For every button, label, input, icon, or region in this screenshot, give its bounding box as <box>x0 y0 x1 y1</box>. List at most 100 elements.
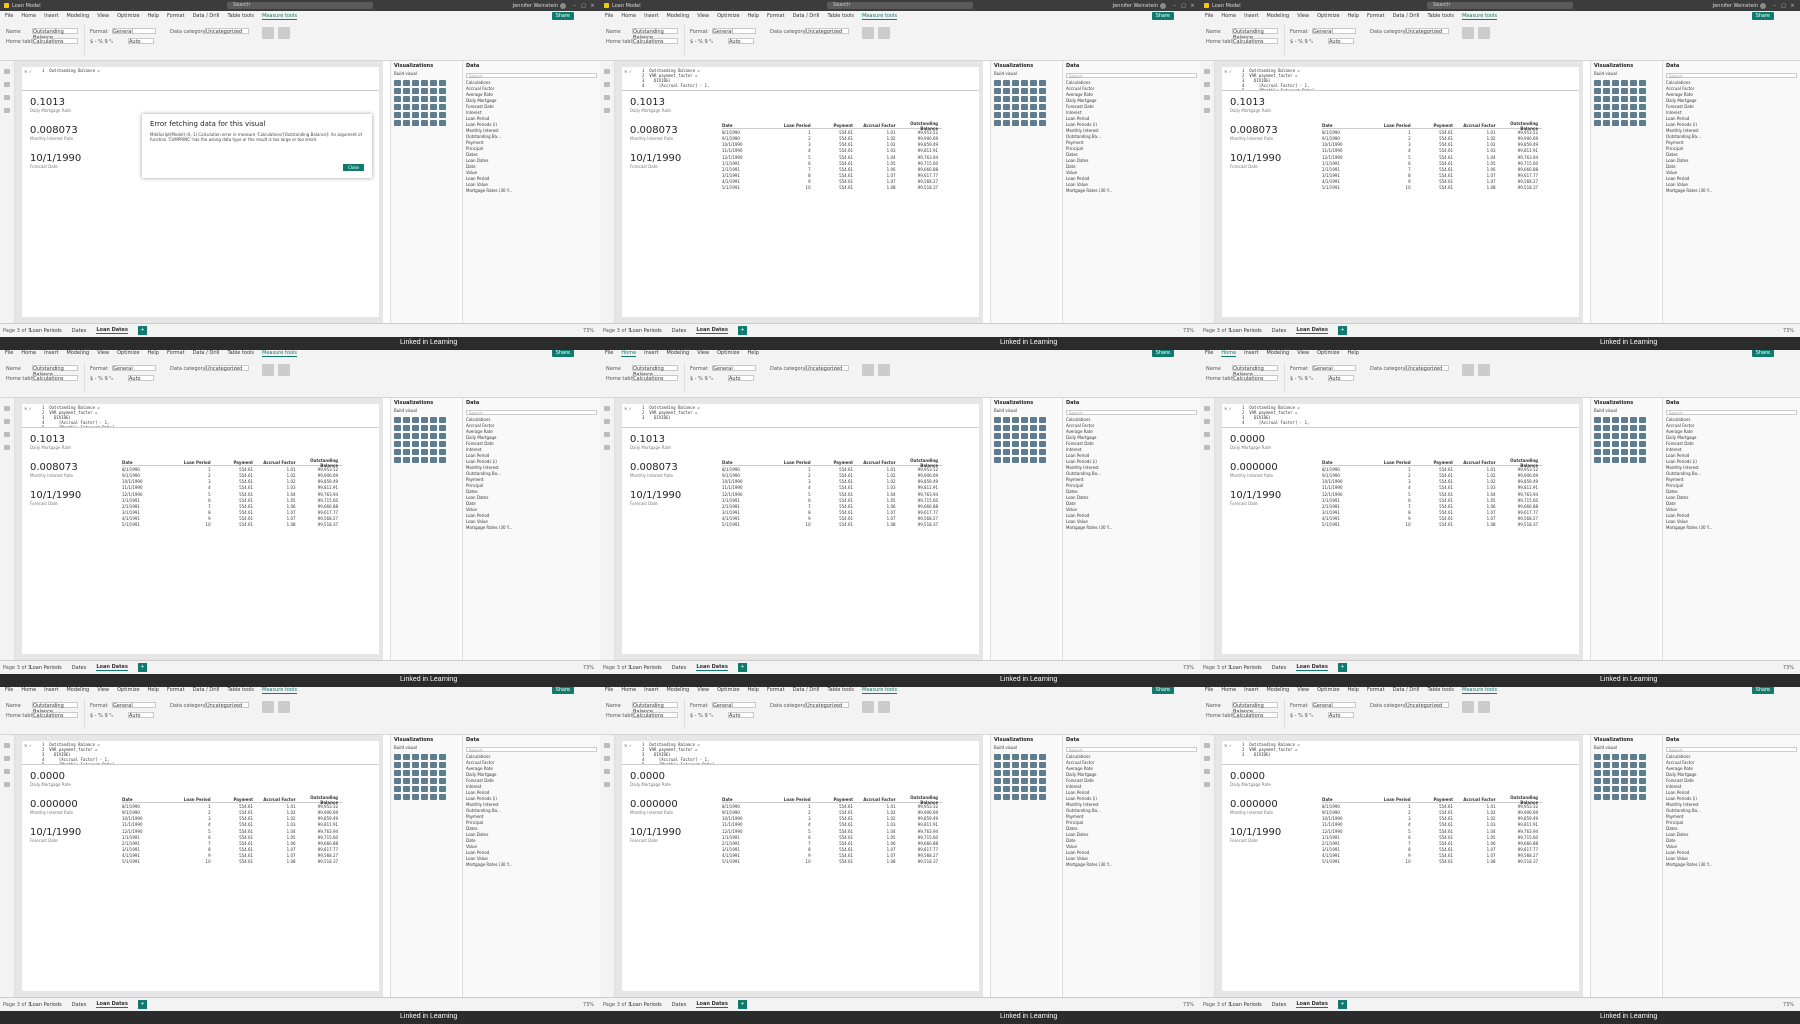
visual-type-icon[interactable] <box>1021 754 1028 760</box>
visual-type-icon[interactable] <box>1639 754 1646 760</box>
visual-type-icon[interactable] <box>994 425 1001 431</box>
data-category-field[interactable]: Uncategorized <box>205 365 249 372</box>
model-view-icon[interactable] <box>4 432 10 437</box>
visual-type-icon[interactable] <box>1621 778 1628 784</box>
decimal-field[interactable]: Auto <box>1328 712 1354 719</box>
visual-type-icon[interactable] <box>1021 770 1028 776</box>
visual-type-icon[interactable] <box>421 457 428 463</box>
visual-type-icon[interactable] <box>439 112 446 118</box>
table-row[interactable]: 9/1/1990 2 554.61 1.02 99,906.69 <box>722 472 942 478</box>
visual-type-icon[interactable] <box>1003 425 1010 431</box>
formula-bar[interactable]: ✕ ✓ 1 Outstanding Balance = 2 VAR payment_… <box>1222 404 1579 428</box>
table-row[interactable]: 2/1/1991 7 554.61 1.06 99,666.88 <box>122 503 342 509</box>
visual-type-icon[interactable] <box>421 786 428 792</box>
visual-type-icon[interactable] <box>430 762 437 768</box>
data-category-field[interactable]: Uncategorized <box>1405 365 1449 372</box>
cancel-formula-icon[interactable]: ✕ ✓ <box>24 69 32 74</box>
table-row[interactable]: 2/1/1991 7 554.61 1.06 99,666.88 <box>122 840 342 846</box>
visual-type-icon[interactable] <box>394 120 401 126</box>
menu-measure-tools[interactable]: Measure tools <box>262 687 297 694</box>
page-tab[interactable]: Dates <box>672 328 687 334</box>
menu-insert[interactable]: Insert <box>1244 687 1258 693</box>
table-row[interactable]: 12/1/1990 5 554.61 1.04 99,763.94 <box>122 828 342 834</box>
visual-type-icon[interactable] <box>403 441 410 447</box>
visual-type-icon[interactable] <box>421 762 428 768</box>
model-view-icon[interactable] <box>1204 95 1210 100</box>
menu-modeling[interactable]: Modeling <box>66 687 89 693</box>
visual-type-icon[interactable] <box>1630 104 1637 110</box>
visual-type-icon[interactable] <box>1003 762 1010 768</box>
visual-type-icon[interactable] <box>1003 754 1010 760</box>
table-row[interactable]: 8/1/1990 1 554.61 1.01 99,953.52 <box>122 466 342 472</box>
home-table-field[interactable]: Calculations <box>1232 712 1278 719</box>
menu-table-tools[interactable]: Table tools <box>1427 13 1454 19</box>
menu-help[interactable]: Help <box>148 350 159 356</box>
menu-file[interactable]: File <box>605 13 613 19</box>
visual-type-icon[interactable] <box>994 778 1001 784</box>
field-item[interactable]: Mortgage Rates (30 Y... <box>1063 862 1200 868</box>
visual-type-icon[interactable] <box>430 449 437 455</box>
page-tab[interactable]: Loan Periods <box>1230 328 1262 334</box>
visual-type-icon[interactable] <box>1612 441 1619 447</box>
visual-type-icon[interactable] <box>994 417 1001 423</box>
table-row[interactable]: 11/1/1990 4 554.61 1.03 99,811.91 <box>1322 822 1542 828</box>
menu-help[interactable]: Help <box>1348 687 1359 693</box>
menu-file[interactable]: File <box>5 350 13 356</box>
visual-type-icon[interactable] <box>1003 417 1010 423</box>
visual-type-icon[interactable] <box>403 794 410 800</box>
visual-type-icon[interactable] <box>1603 120 1610 126</box>
visual-type-icon[interactable] <box>439 425 446 431</box>
table-row[interactable]: 1/1/1991 6 554.61 1.05 99,715.60 <box>1322 497 1542 503</box>
table-row[interactable]: 3/1/1991 8 554.61 1.07 99,617.77 <box>122 847 342 853</box>
table-row[interactable]: 4/1/1991 9 554.61 1.07 99,568.27 <box>722 516 942 522</box>
visual-type-icon[interactable] <box>994 770 1001 776</box>
visual-type-icon[interactable] <box>1039 754 1046 760</box>
visual-type-icon[interactable] <box>1639 770 1646 776</box>
visual-type-icon[interactable] <box>1612 778 1619 784</box>
menu-home[interactable]: Home <box>621 687 636 693</box>
visual-type-icon[interactable] <box>1612 88 1619 94</box>
menu-data-drill[interactable]: Data / Drill <box>793 13 820 19</box>
data-table[interactable]: Date Loan Period Payment Accrual Factor Outs… <box>722 795 942 865</box>
page-tab[interactable]: Loan Periods <box>1230 665 1262 671</box>
menu-format[interactable]: Format <box>167 13 185 19</box>
data-table[interactable]: Date Loan Period Payment Accrual Factor Outs… <box>122 795 342 865</box>
maximize-icon[interactable]: □ <box>1779 3 1788 9</box>
visual-type-icon[interactable] <box>430 794 437 800</box>
menu-view[interactable]: View <box>97 13 109 19</box>
menu-format[interactable]: Format <box>767 13 785 19</box>
visual-type-icon[interactable] <box>439 770 446 776</box>
table-row[interactable]: 8/1/1990 1 554.61 1.01 99,953.52 <box>1322 129 1542 135</box>
visual-type-icon[interactable] <box>1012 417 1019 423</box>
menu-optimize[interactable]: Optimize <box>117 13 139 19</box>
search-box[interactable]: Search <box>1427 2 1573 9</box>
visual-type-icon[interactable] <box>1030 762 1037 768</box>
menu-help[interactable]: Help <box>748 687 759 693</box>
table-row[interactable]: 2/1/1991 7 554.61 1.06 99,666.88 <box>1322 503 1542 509</box>
visual-type-icon[interactable] <box>1639 104 1646 110</box>
visual-type-icon[interactable] <box>1003 88 1010 94</box>
visual-type-icon[interactable] <box>1594 433 1601 439</box>
table-row[interactable]: 2/1/1991 7 554.61 1.06 99,666.88 <box>722 503 942 509</box>
table-row[interactable]: 1/1/1991 6 554.61 1.05 99,715.60 <box>722 160 942 166</box>
visual-type-icon[interactable] <box>403 754 410 760</box>
page-tab[interactable]: Dates <box>672 1002 687 1008</box>
close-button[interactable]: Close <box>343 164 364 171</box>
column-header[interactable]: Loan Period <box>1372 123 1414 128</box>
visual-type-icon[interactable] <box>421 449 428 455</box>
visual-type-icon[interactable] <box>430 778 437 784</box>
table-row[interactable]: 1/1/1991 6 554.61 1.05 99,715.60 <box>722 834 942 840</box>
close-icon[interactable]: × <box>588 3 597 9</box>
visual-type-icon[interactable] <box>1621 96 1628 102</box>
visual-type-icon[interactable] <box>1039 786 1046 792</box>
home-table-field[interactable]: Calculations <box>632 38 678 45</box>
decimal-field[interactable]: Auto <box>728 712 754 719</box>
visual-type-icon[interactable] <box>1630 449 1637 455</box>
visual-type-icon[interactable] <box>430 786 437 792</box>
visual-type-icon[interactable] <box>439 778 446 784</box>
visual-type-icon[interactable] <box>1630 120 1637 126</box>
formula-bar[interactable]: ✕ ✓ 1 Outstanding Balance = 2 VAR payment_… <box>1222 67 1579 91</box>
menu-modeling[interactable]: Modeling <box>1266 13 1289 19</box>
decimal-field[interactable]: Auto <box>1328 375 1354 382</box>
column-header[interactable]: Loan Period <box>1372 460 1414 465</box>
